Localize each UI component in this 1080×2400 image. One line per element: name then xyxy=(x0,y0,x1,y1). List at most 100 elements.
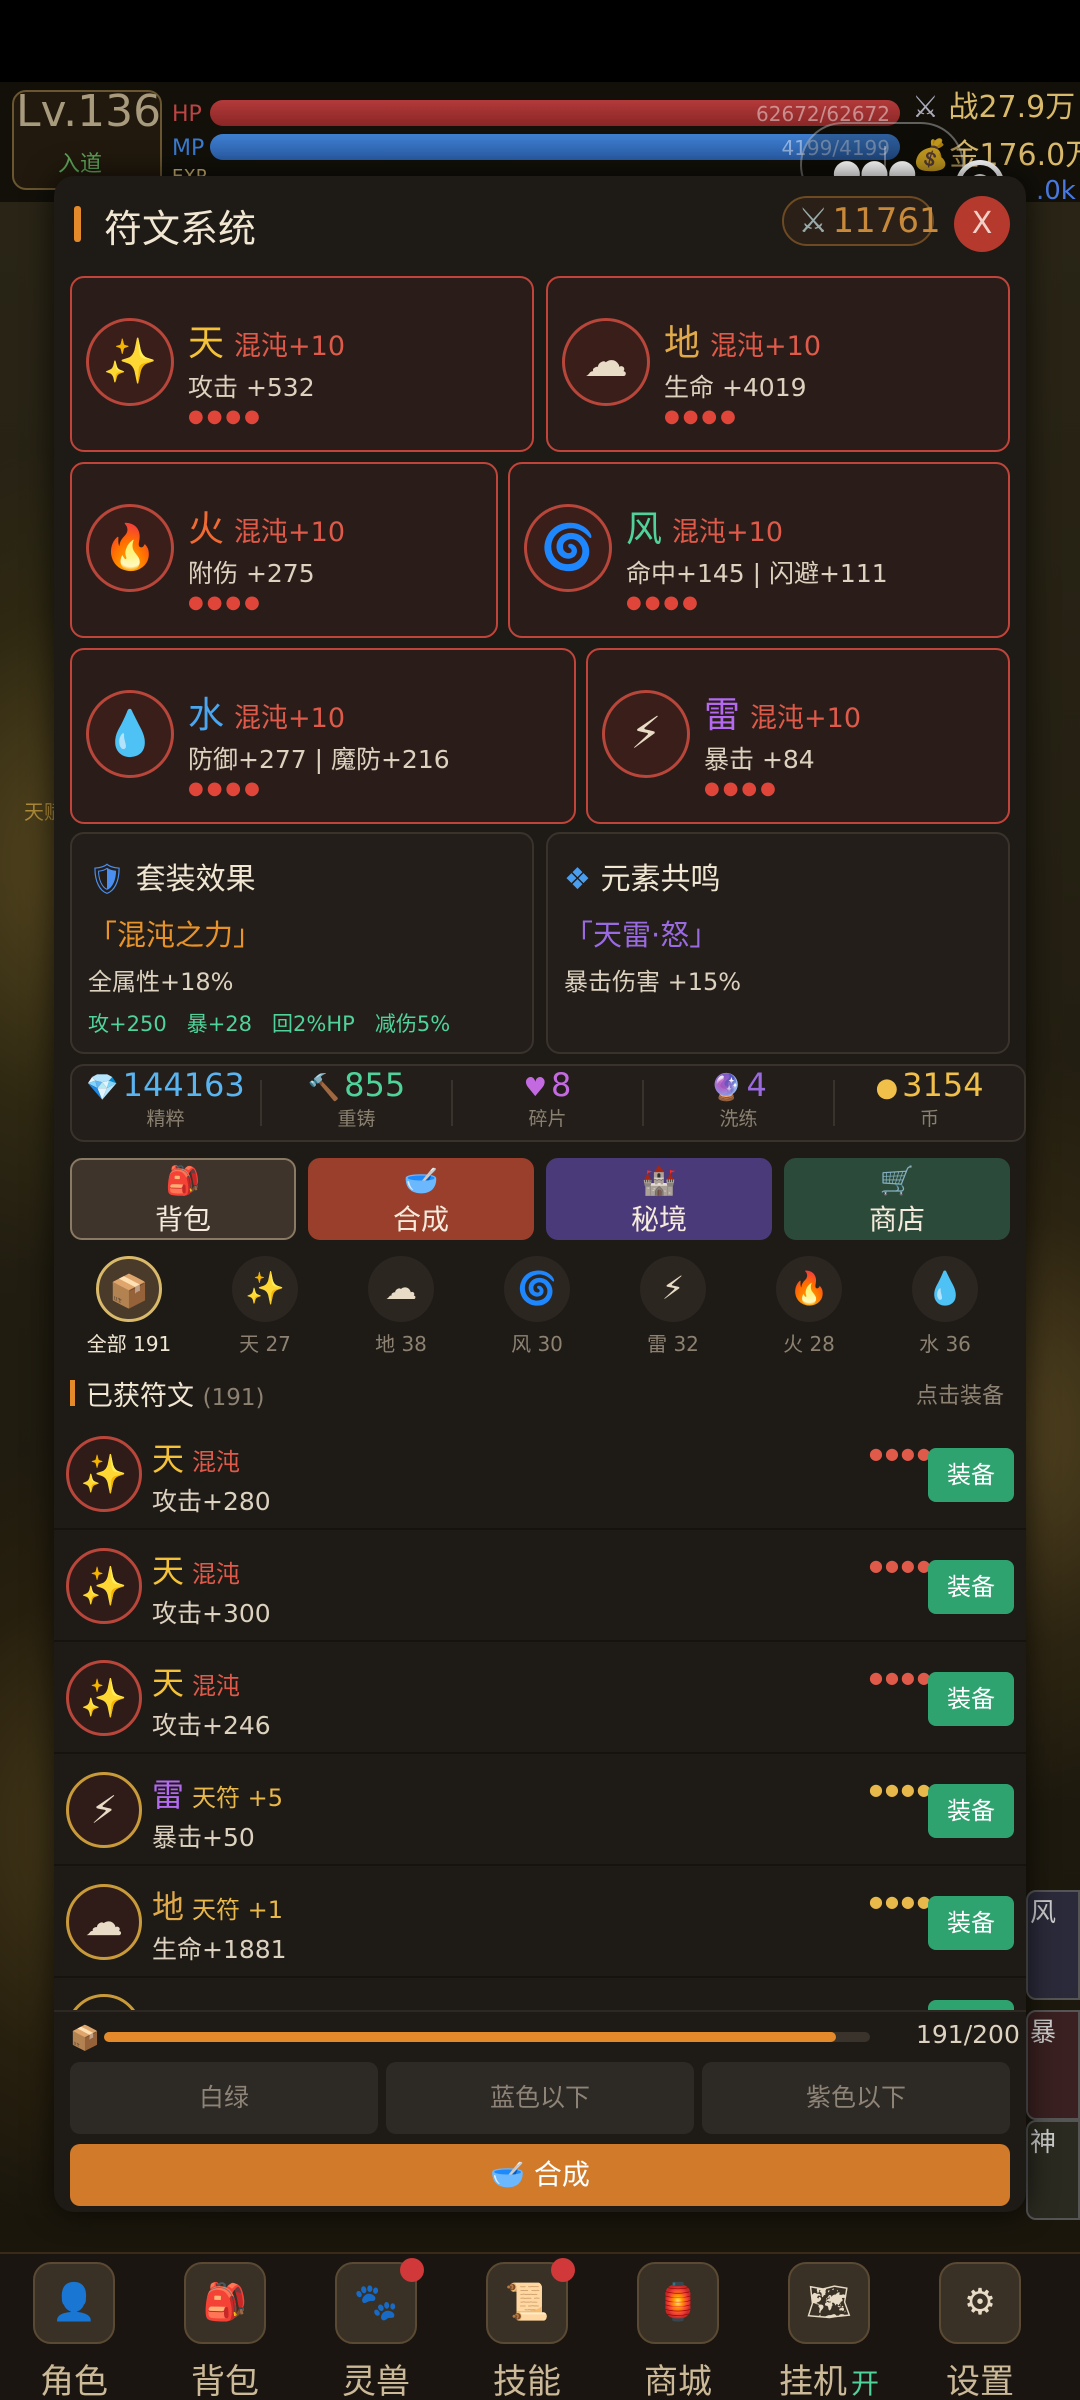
rune-element: 天 xyxy=(152,1664,185,1702)
nav-item-1[interactable]: 🎒 背包 xyxy=(165,2262,285,2400)
nav-item-0[interactable]: 👤 角色 xyxy=(14,2262,134,2400)
cloud-icon: ☁ xyxy=(562,318,650,406)
rune-name: 雷天符 +5 xyxy=(152,1770,283,1816)
filter-tab-0[interactable]: 📦 全部 191 xyxy=(84,1256,174,1357)
resource-number: 8 xyxy=(550,1066,572,1104)
rune-element: 天 xyxy=(152,1552,185,1590)
screen: { "hud": { "level": "Lv.136", "realm": "… xyxy=(0,0,1080,2400)
equip-button[interactable]: 装备 xyxy=(928,1560,1014,1614)
rune-row[interactable]: ⚡ 雷天符 +5 暴击+50 ●●●● 装备 xyxy=(54,1756,1026,1866)
rune-slot-3[interactable]: 🌀 风混沌+10 命中+145 | 闪避+111 ●●●● xyxy=(508,462,1010,638)
equip-button[interactable]: 装备 xyxy=(928,1784,1014,1838)
menu-button-3[interactable]: 🛒 商店 xyxy=(784,1158,1010,1240)
equip-button[interactable]: 装备 xyxy=(928,1896,1014,1950)
slot-stat: 防御+277 | 魔防+216 xyxy=(188,745,450,774)
slot-stat: 附伤 +275 xyxy=(188,559,315,588)
capacity-fill xyxy=(104,2032,836,2042)
castle-icon: 🏰 xyxy=(641,1164,677,1197)
water-drop-icon: 💧 xyxy=(86,690,174,778)
set-effect-desc: 全属性+18% xyxy=(88,968,234,996)
rune-stat: 攻击+280 xyxy=(152,1487,271,1516)
slot-name: 天混沌+10 xyxy=(188,314,345,366)
fire-icon: 🔥 xyxy=(776,1256,842,1322)
nav-label: 设置 xyxy=(920,2354,1040,2400)
nav-item-3[interactable]: 📜 技能 xyxy=(467,2262,587,2400)
side-skill-wind[interactable]: 风 xyxy=(1026,1890,1080,2000)
rune-name: 地天符 +1 xyxy=(152,1882,283,1928)
list-hint: 点击装备 xyxy=(916,1384,1005,1409)
sparkles-icon: ✨ xyxy=(86,318,174,406)
slot-level-dots: ●●●● xyxy=(704,778,779,799)
rune-row[interactable]: ☁ 地天符 +1 生命+1881 ●●●● 装备 xyxy=(54,1868,1026,1978)
rune-level-dots: ●●●● xyxy=(869,1892,933,1911)
resource-value: 💎 144163 xyxy=(70,1066,261,1104)
slot-level-dots: ●●●● xyxy=(664,406,739,427)
rune-slot-0[interactable]: ✨ 天混沌+10 攻击 +532 ●●●● xyxy=(70,276,534,452)
nav-label: 角色 xyxy=(14,2354,134,2400)
synth-filter-below-purple[interactable]: 紫色以下 xyxy=(702,2062,1010,2134)
backpack-icon: 🎒 xyxy=(184,2262,266,2344)
side-skill-god[interactable]: 神 xyxy=(1026,2120,1080,2220)
filter-tab-3[interactable]: 🌀 风 30 xyxy=(492,1256,582,1357)
menu-button-1[interactable]: 🥣 合成 xyxy=(308,1158,534,1240)
equip-button[interactable]: 装备 xyxy=(928,1448,1014,1502)
rune-row[interactable]: ✨ 天混沌 攻击+280 ●●●● 装备 xyxy=(54,1420,1026,1530)
resource-label: 洗练 xyxy=(719,1108,758,1130)
rune-stat: 攻击+300 xyxy=(152,1599,271,1628)
set-effect-panel: 🛡 套装效果 「混沌之力」 全属性+18% 攻+250 暴+28 回2%HP 减… xyxy=(70,832,534,1054)
filter-tab-4[interactable]: ⚡ 雷 32 xyxy=(628,1256,718,1357)
filter-tab-5[interactable]: 🔥 火 28 xyxy=(764,1256,854,1357)
nav-status: 开 xyxy=(850,2367,879,2400)
equip-button[interactable]: 装备 xyxy=(928,1672,1014,1726)
sparkles-icon: ✨ xyxy=(66,1660,142,1736)
nav-item-5[interactable]: 🗺 挂机开 xyxy=(769,2262,889,2400)
rune-level-dots: ●●●● xyxy=(869,1444,933,1463)
slot-element: 地 xyxy=(664,323,701,364)
nav-item-4[interactable]: 🏮 商城 xyxy=(618,2262,738,2400)
filter-tab-1[interactable]: ✨ 天 27 xyxy=(220,1256,310,1357)
rune-row[interactable]: ✨ 天混沌 攻击+246 ●●●● 装备 xyxy=(54,1644,1026,1754)
slot-level-dots: ●●●● xyxy=(188,406,263,427)
rune-slot-2[interactable]: 🔥 火混沌+10 附伤 +275 ●●●● xyxy=(70,462,498,638)
sparkles-icon: ✨ xyxy=(66,1548,142,1624)
nav-item-2[interactable]: 🐾 灵兽 xyxy=(316,2262,436,2400)
nav-item-6[interactable]: ⚙ 设置 xyxy=(920,2262,1040,2400)
filter-tab-6[interactable]: 💧 水 36 xyxy=(900,1256,990,1357)
resource-3: 🔮 4 洗练 xyxy=(643,1066,834,1131)
sparkles-icon: ✨ xyxy=(66,1436,142,1512)
rune-row[interactable]: ✨ 天混沌 攻击+300 ●●●● 装备 xyxy=(54,1532,1026,1642)
notification-badge xyxy=(400,2258,424,2282)
slot-element: 火 xyxy=(188,509,225,550)
rune-power-badge: ⚔ 11761 xyxy=(782,196,941,246)
slot-name: 地混沌+10 xyxy=(664,314,821,366)
close-button[interactable]: X xyxy=(954,196,1010,252)
filter-label: 全部 191 xyxy=(86,1332,172,1356)
rune-slot-5[interactable]: ⚡ 雷混沌+10 暴击 +84 ●●●● xyxy=(586,648,1010,824)
rune-slot-4[interactable]: 💧 水混沌+10 防御+277 | 魔防+216 ●●●● xyxy=(70,648,576,824)
lightning-icon: ⚡ xyxy=(66,1772,142,1848)
resource-number: 855 xyxy=(344,1066,406,1104)
rune-level-dots: ●●●● xyxy=(869,1556,933,1575)
rune-element: 天 xyxy=(152,1440,185,1478)
backpack-icon: 🎒 xyxy=(165,1164,201,1197)
nav-text: 挂机 xyxy=(778,2362,847,2400)
rune-grade: 混沌 xyxy=(192,1672,241,1700)
gear-icon: ⚙ xyxy=(939,2262,1021,2344)
resource-value: 🔮 4 xyxy=(643,1066,834,1104)
menu-button-2[interactable]: 🏰 秘境 xyxy=(546,1158,772,1240)
side-skill-crit[interactable]: 暴 xyxy=(1026,2010,1080,2120)
rune-slot-1[interactable]: ☁ 地混沌+10 生命 +4019 ●●●● xyxy=(546,276,1010,452)
slot-element: 天 xyxy=(188,323,225,364)
rune-name: 天混沌 xyxy=(152,1658,240,1704)
set-effect-title: 🛡 套装效果 xyxy=(88,862,256,897)
synthesize-button[interactable]: 🥣 合成 xyxy=(70,2144,1010,2206)
menu-button-0[interactable]: 🎒 背包 xyxy=(70,1158,296,1240)
resonance-panel: ❖ 元素共鸣 「天雷·怒」 暴击伤害 +15% xyxy=(546,832,1010,1054)
filter-tab-2[interactable]: ☁ 地 38 xyxy=(356,1256,446,1357)
synth-filter-white-green[interactable]: 白绿 xyxy=(70,2062,378,2134)
hammer-icon: 🔨 xyxy=(307,1073,341,1103)
synth-filter-below-blue[interactable]: 蓝色以下 xyxy=(386,2062,694,2134)
slot-grade: 混沌+10 xyxy=(750,703,861,734)
slot-stat: 攻击 +532 xyxy=(188,373,315,402)
shop-icon: 🏮 xyxy=(637,2262,719,2344)
